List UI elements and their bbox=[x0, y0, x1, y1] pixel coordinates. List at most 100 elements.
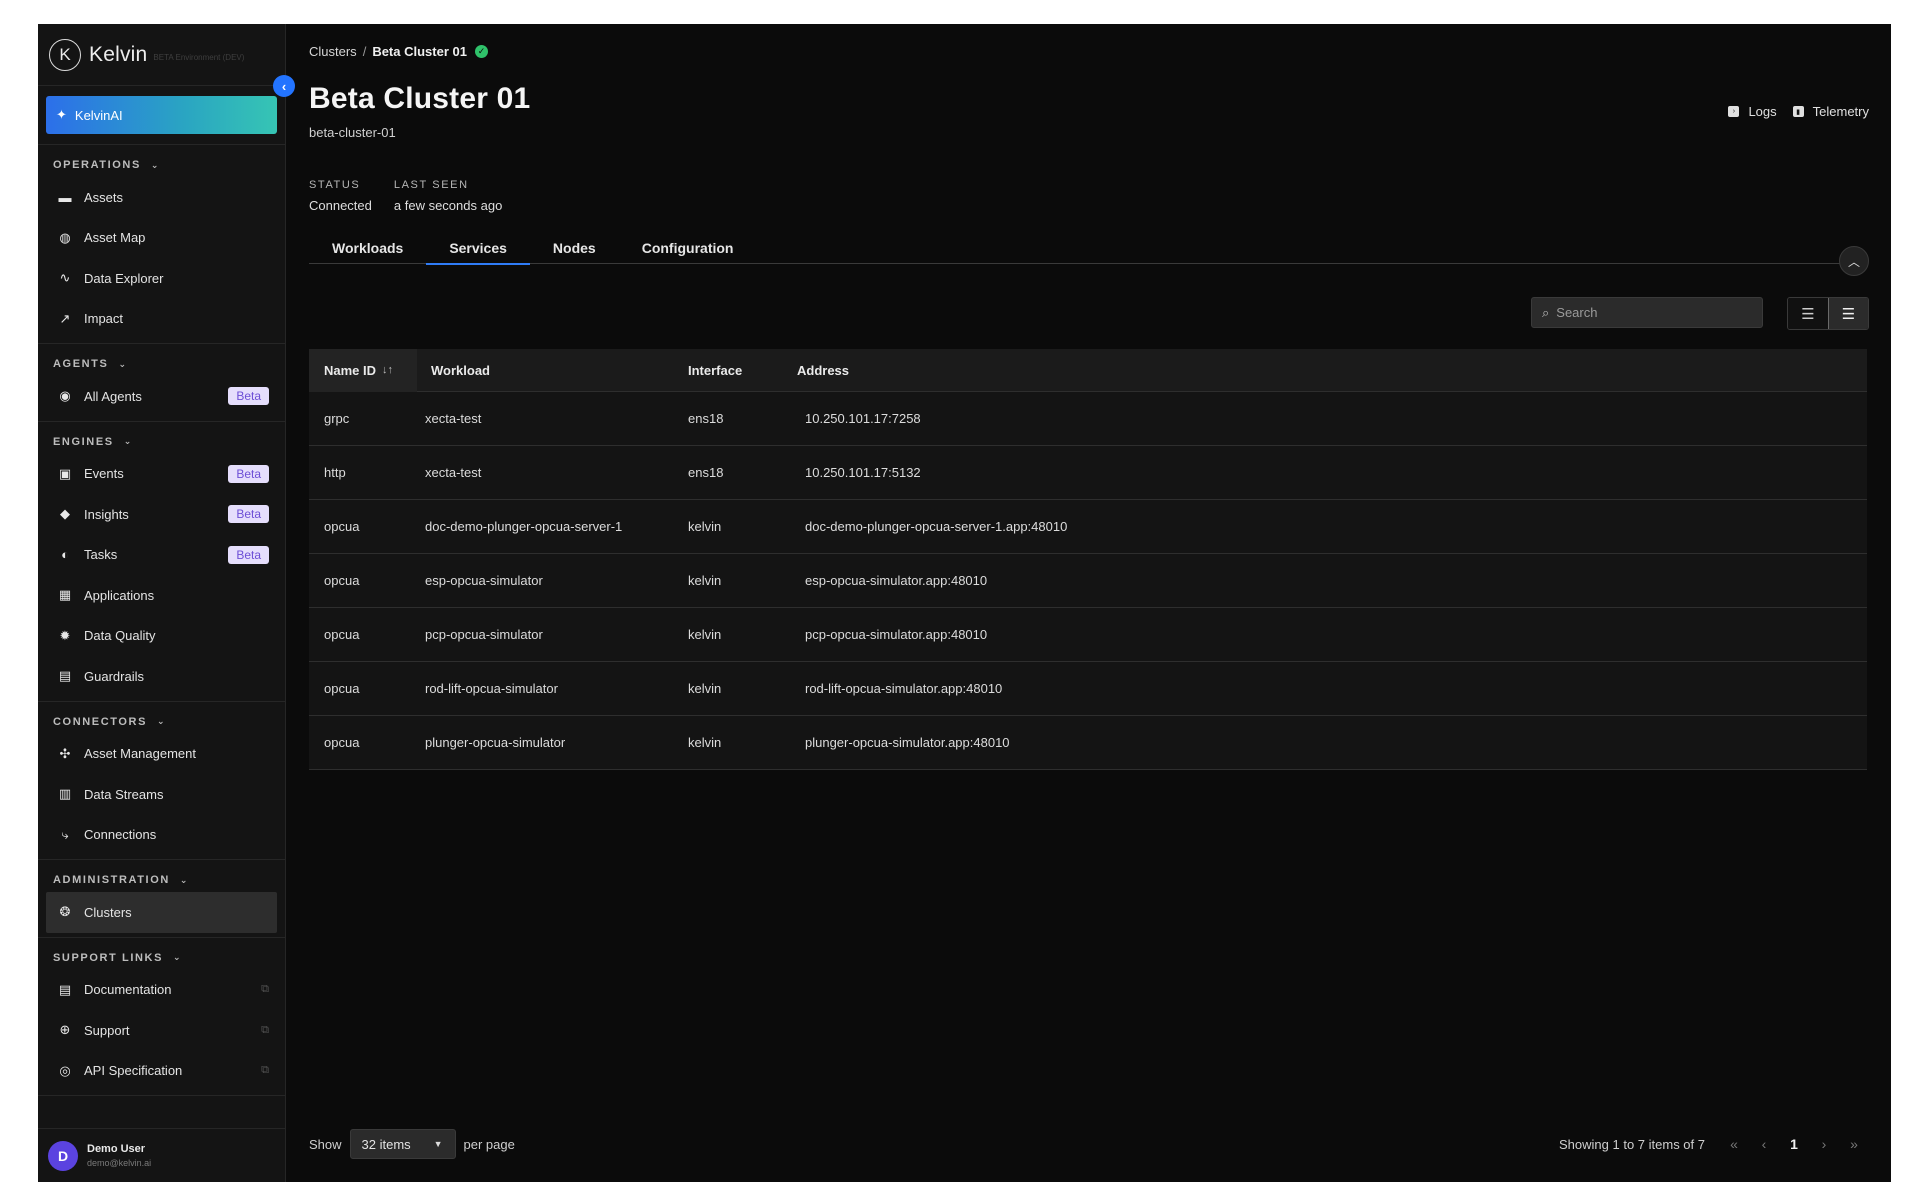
section-header[interactable]: CONNECTORS ⌄ bbox=[38, 710, 285, 734]
user-profile[interactable]: D Demo User demo@kelvin.ai bbox=[38, 1128, 285, 1182]
agent-icon: ◉ bbox=[59, 388, 71, 404]
telemetry-button[interactable]: ▮ Telemetry bbox=[1792, 104, 1869, 119]
sidebar-item-events[interactable]: ▣ Events Beta bbox=[38, 454, 285, 495]
brand-name: Kelvin bbox=[89, 42, 148, 66]
cell-address: plunger-opcua-simulator.app:48010 bbox=[805, 735, 1010, 750]
chart-icon: ▥ bbox=[58, 786, 72, 802]
sidebar-item-data-explorer[interactable]: ∿ Data Explorer bbox=[38, 258, 285, 299]
sidebar-item-support[interactable]: ⊕ Support ⧉ bbox=[38, 1010, 285, 1051]
main-content: Clusters / Beta Cluster 01 ✓ Beta Cluste… bbox=[286, 24, 1891, 1182]
sidebar-item-all-agents[interactable]: ◉ All Agents Beta bbox=[38, 376, 285, 417]
per-page-value: 32 items bbox=[361, 1136, 411, 1152]
density-toggle: ☰ ☰ bbox=[1787, 297, 1869, 330]
per-page-select[interactable]: 32 items ▼ bbox=[349, 1129, 456, 1159]
chevron-up-icon: ︿ bbox=[1847, 254, 1860, 269]
user-email: demo@kelvin.ai bbox=[87, 1158, 152, 1168]
chevron-down-icon: ⌄ bbox=[150, 159, 159, 170]
per-page-label: per page bbox=[463, 1136, 515, 1152]
collapse-sidebar-button[interactable]: ‹ bbox=[273, 75, 295, 97]
assets-icon: ▬ bbox=[58, 189, 72, 205]
last-seen-label: LAST SEEN bbox=[393, 179, 469, 191]
tab-bar: Workloads Services Nodes Configuration bbox=[309, 240, 1867, 265]
chevron-down-icon: ⌄ bbox=[157, 716, 165, 726]
breadcrumb-clusters-link[interactable]: Clusters bbox=[309, 44, 357, 59]
sidebar-item-guardrails[interactable]: ▤ Guardrails bbox=[38, 656, 285, 697]
sidebar-item-data-quality[interactable]: ✹ Data Quality bbox=[38, 616, 285, 657]
caret-down-icon: ▼ bbox=[433, 1139, 443, 1149]
cell-workload: xecta-test bbox=[425, 465, 482, 480]
logs-button[interactable]: › Logs bbox=[1728, 104, 1777, 119]
nav-section-engines: ENGINES ⌄ ▣ Events Beta ◆ Insights Beta ◐ Tasks Be… bbox=[38, 422, 285, 702]
sidebar-item-applications[interactable]: ▦ Applications bbox=[38, 575, 285, 616]
tab-configuration[interactable]: Configuration bbox=[619, 240, 757, 264]
table-row[interactable]: opcua plunger-opcua-simulator kelvin plunge… bbox=[309, 716, 1867, 770]
cell-workload: pcp-opcua-simulator bbox=[425, 627, 543, 642]
sidebar-item-label: Asset Management bbox=[84, 746, 197, 762]
sidebar-item-documentation[interactable]: ▤ Documentation ⧉ bbox=[38, 970, 285, 1011]
lifebuoy-icon: ⊕ bbox=[59, 1022, 71, 1038]
next-page-icon[interactable]: › bbox=[1809, 1136, 1839, 1152]
barrier-icon: ▤ bbox=[58, 668, 72, 684]
tab-workloads[interactable]: Workloads bbox=[309, 240, 426, 264]
kelvinai-button[interactable]: ✦ KelvinAI bbox=[46, 96, 277, 134]
compact-view-button[interactable]: ☰ bbox=[1788, 298, 1828, 329]
table-row[interactable]: opcua esp-opcua-simulator kelvin esp-opcua-… bbox=[309, 554, 1867, 608]
last-seen-value: a few seconds ago bbox=[393, 198, 503, 213]
status-label: STATUS bbox=[309, 179, 361, 191]
sidebar-item-label: Clusters bbox=[84, 904, 132, 920]
section-header[interactable]: OPERATIONS ⌄ bbox=[38, 153, 285, 177]
section-header[interactable]: SUPPORT LINKS ⌄ bbox=[38, 946, 285, 970]
table-row[interactable]: grpc xecta-test ens18 10.250.101.17:7258 bbox=[309, 392, 1867, 446]
section-header[interactable]: ADMINISTRATION ⌄ bbox=[38, 868, 285, 892]
show-label: Show bbox=[309, 1136, 342, 1152]
cell-interface: kelvin bbox=[688, 627, 722, 642]
section-title: AGENTS bbox=[53, 358, 109, 370]
column-address: Address bbox=[797, 362, 850, 378]
sidebar-item-impact[interactable]: ↗ Impact bbox=[38, 299, 285, 340]
sidebar-item-assets[interactable]: ▬ Assets bbox=[38, 177, 285, 218]
tag-icon: ◆ bbox=[60, 506, 70, 522]
collapse-details-button[interactable]: ︿ bbox=[1839, 246, 1869, 276]
sidebar-item-tasks[interactable]: ◐ Tasks Beta bbox=[38, 535, 285, 576]
sidebar-item-asset-map[interactable]: ◍ Asset Map bbox=[38, 218, 285, 259]
section-title: CONNECTORS bbox=[53, 715, 148, 728]
cluster-meta: STATUS Connected LAST SEEN a few seconds… bbox=[309, 179, 502, 213]
cluster-id: beta-cluster-01 bbox=[309, 125, 396, 140]
section-header[interactable]: AGENTS ⌄ bbox=[38, 352, 285, 376]
section-header[interactable]: ENGINES ⌄ bbox=[38, 430, 285, 454]
nav-section-operations: OPERATIONS ⌄ ▬ Assets ◍ Asset Map ∿ Data Explor… bbox=[38, 145, 285, 344]
page-number[interactable]: 1 bbox=[1779, 1136, 1809, 1152]
last-page-icon[interactable]: » bbox=[1839, 1136, 1869, 1152]
table-row[interactable]: opcua pcp-opcua-simulator kelvin pcp-opcua-… bbox=[309, 608, 1867, 662]
kelvin-logo-icon: K bbox=[49, 38, 81, 71]
sidebar-item-label: Assets bbox=[84, 189, 124, 205]
nav-section-support-links: SUPPORT LINKS ⌄ ▤ Documentation ⧉ ⊕ Support ⧉ ◎ A… bbox=[38, 938, 285, 1096]
tab-services[interactable]: Services bbox=[426, 240, 530, 265]
sidebar-item-clusters[interactable]: ❂ Clusters bbox=[46, 892, 277, 933]
cell-interface: ens18 bbox=[688, 465, 724, 480]
page-title: Beta Cluster 01 bbox=[309, 82, 531, 115]
sidebar-item-asset-management[interactable]: ✣ Asset Management bbox=[38, 734, 285, 775]
prev-page-icon[interactable]: ‹ bbox=[1749, 1136, 1779, 1152]
search-box[interactable]: ⌕ bbox=[1531, 297, 1763, 328]
search-input[interactable] bbox=[1556, 305, 1737, 320]
nav-section-agents: AGENTS ⌄ ◉ All Agents Beta bbox=[38, 344, 285, 422]
sidebar-item-label: Support bbox=[84, 1022, 130, 1038]
column-name-id[interactable]: Name ID ↓↑ bbox=[309, 348, 417, 392]
comfortable-view-button[interactable]: ☰ bbox=[1828, 298, 1868, 329]
cell-address: esp-opcua-simulator.app:48010 bbox=[805, 573, 988, 588]
sidebar-item-api-specification[interactable]: ◎ API Specification ⧉ bbox=[38, 1051, 285, 1092]
first-page-icon[interactable]: « bbox=[1719, 1136, 1749, 1152]
logo[interactable]: K Kelvin BETA Environment (DEV) bbox=[38, 24, 285, 86]
cell-address: rod-lift-opcua-simulator.app:48010 bbox=[805, 681, 1003, 696]
table-header: Name ID ↓↑ Workload Interface Address bbox=[309, 348, 1867, 392]
table-row[interactable]: opcua doc-demo-plunger-opcua-server-1 kelv… bbox=[309, 500, 1867, 554]
table-row[interactable]: http xecta-test ens18 10.250.101.17:5132 bbox=[309, 446, 1867, 500]
sidebar-item-label: Documentation bbox=[84, 982, 172, 998]
sidebar-item-label: Data Quality bbox=[84, 628, 156, 644]
sidebar-item-connections[interactable]: ⤷ Connections bbox=[38, 815, 285, 856]
tab-nodes[interactable]: Nodes bbox=[530, 240, 619, 264]
sidebar-item-insights[interactable]: ◆ Insights Beta bbox=[38, 494, 285, 535]
table-row[interactable]: opcua rod-lift-opcua-simulator kelvin rod-l… bbox=[309, 662, 1867, 716]
sidebar-item-data-streams[interactable]: ▥ Data Streams bbox=[38, 774, 285, 815]
